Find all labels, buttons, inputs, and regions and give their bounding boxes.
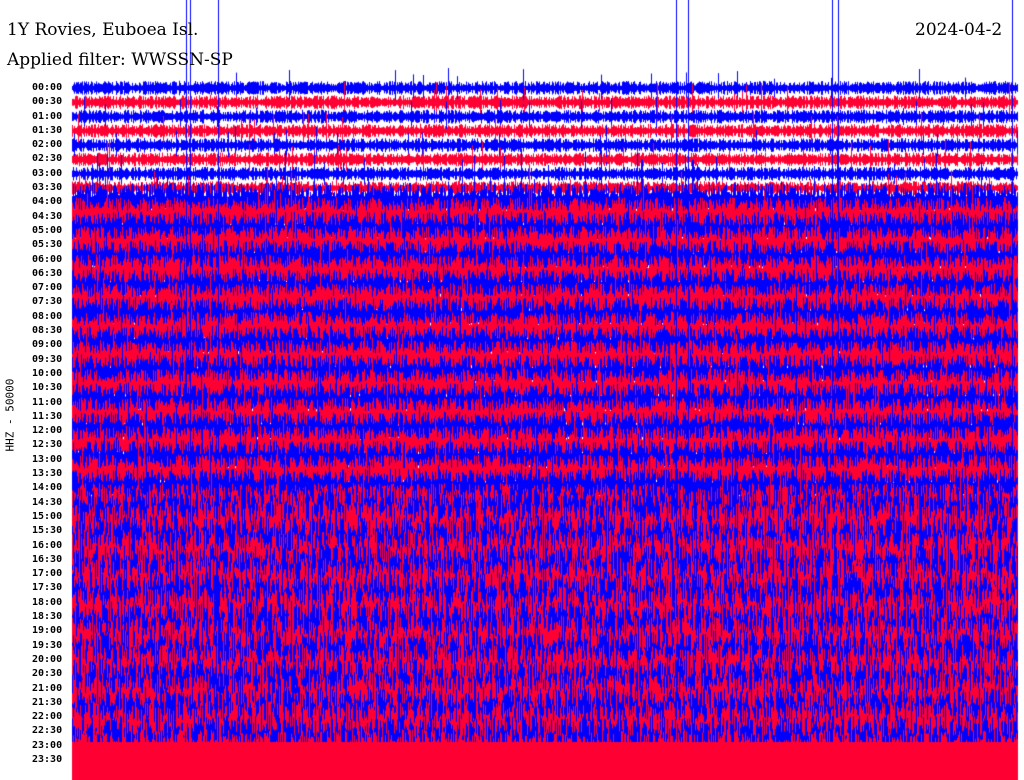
time-label: 07:00 xyxy=(32,282,63,294)
time-label: 00:30 xyxy=(32,96,63,108)
time-label: 01:00 xyxy=(32,110,63,122)
time-label: 19:00 xyxy=(32,625,63,637)
time-label: 09:00 xyxy=(32,339,63,351)
time-label: 19:30 xyxy=(32,639,63,651)
time-label: 17:30 xyxy=(32,582,63,594)
time-label: 04:00 xyxy=(32,196,63,208)
date-label: 2024-04-2 xyxy=(915,20,1003,40)
time-label: 23:30 xyxy=(32,754,63,765)
time-label: 11:00 xyxy=(32,396,63,408)
time-label: 15:00 xyxy=(32,510,63,522)
time-label: 17:00 xyxy=(32,568,63,580)
time-label: 16:30 xyxy=(32,553,63,565)
time-label: 16:00 xyxy=(32,539,63,551)
time-label: 02:30 xyxy=(32,153,63,165)
time-label: 22:30 xyxy=(32,725,63,737)
time-label: 03:30 xyxy=(32,182,63,194)
station-title: 1Y Rovies, Euboea Isl. xyxy=(7,20,199,40)
time-label: 15:30 xyxy=(32,525,63,537)
time-label: 18:00 xyxy=(32,596,63,608)
time-label: 20:30 xyxy=(32,668,63,680)
time-label: 21:00 xyxy=(32,682,63,694)
time-label: 06:30 xyxy=(32,267,63,279)
time-label: 14:00 xyxy=(32,482,63,494)
time-label: 21:30 xyxy=(32,696,63,708)
time-label: 18:30 xyxy=(32,611,63,623)
time-label: 07:30 xyxy=(32,296,63,308)
time-label: 23:00 xyxy=(32,739,63,751)
helicorder-plot xyxy=(0,0,1024,780)
time-label: 10:30 xyxy=(32,382,63,394)
time-label: 05:00 xyxy=(32,224,63,236)
time-label: 11:30 xyxy=(32,410,63,422)
time-label: 05:30 xyxy=(32,239,63,251)
time-label: 04:30 xyxy=(32,210,63,222)
time-label: 13:30 xyxy=(32,468,63,480)
time-label: 13:00 xyxy=(32,453,63,465)
time-label: 00:00 xyxy=(32,82,63,93)
y-axis-label: HHZ - 50000 xyxy=(3,378,17,452)
time-label: 12:30 xyxy=(32,439,63,451)
time-label: 20:00 xyxy=(32,653,63,665)
time-label: 08:30 xyxy=(32,325,63,337)
time-label: 14:30 xyxy=(32,496,63,508)
time-label: 09:30 xyxy=(32,353,63,365)
time-label: 10:00 xyxy=(32,367,63,379)
time-label: 22:00 xyxy=(32,711,63,723)
time-label: 08:00 xyxy=(32,310,63,322)
time-label: 12:00 xyxy=(32,425,63,437)
filter-label: Applied filter: WWSSN-SP xyxy=(7,50,233,70)
time-label: 01:30 xyxy=(32,124,63,136)
time-label: 02:00 xyxy=(32,139,63,151)
time-label: 06:00 xyxy=(32,253,63,265)
time-label: 03:00 xyxy=(32,167,63,179)
